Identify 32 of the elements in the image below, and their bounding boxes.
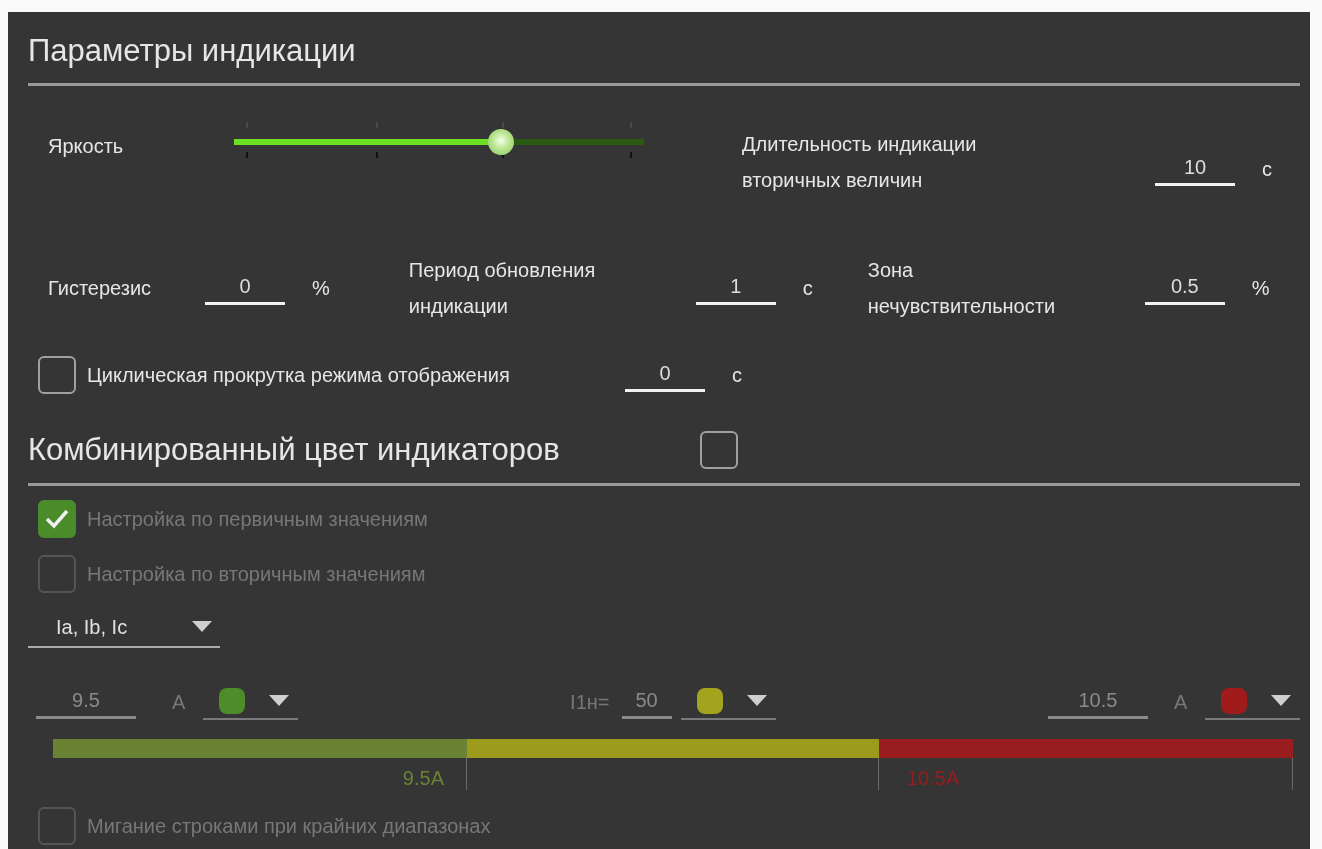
section-title: Комбинированный цвет индикаторов (28, 432, 561, 468)
unit-label: A (172, 690, 186, 714)
checkbox-label: Мигание строками при крайних диапазонах (87, 814, 491, 839)
unit-label: с (802, 276, 813, 300)
section-title: Параметры индикации (28, 33, 356, 69)
input-field[interactable]: 1 (695, 271, 776, 305)
checkbox[interactable] (38, 356, 76, 394)
field-label: I1н= (570, 690, 610, 714)
unit-label: A (1173, 690, 1188, 714)
field-label: Зона нечувствительности (867, 258, 1057, 319)
checkbox-label: Циклическая прокрутка режима отображения (87, 363, 511, 388)
field-label: Период обновления индикации (408, 258, 597, 319)
input-field[interactable]: 0 (205, 271, 285, 305)
input-field[interactable]: 0 (625, 358, 705, 392)
unit-label: с (732, 363, 742, 387)
field-label: Длительность индикации вторичных величин (742, 132, 978, 193)
threshold-label: 9.5A (402, 767, 444, 790)
caret-icon (1271, 695, 1292, 707)
input-field[interactable]: 10 (1155, 152, 1235, 186)
check-icon (44, 508, 70, 530)
threshold-label: 10.5A (907, 767, 960, 790)
caret-icon (192, 621, 212, 633)
caret-icon (747, 695, 768, 707)
unit-label: с (1262, 157, 1272, 181)
checkbox-label: Настройка по первичным значениям (87, 507, 428, 532)
field-label: Гистерезис (48, 276, 153, 301)
unit-label: % (1251, 276, 1270, 300)
field-label: Яркость (48, 134, 125, 159)
checkbox-label: Настройка по вторичным значениям (87, 562, 426, 587)
caret-icon (269, 695, 290, 707)
unit-label: % (312, 276, 330, 300)
input-field[interactable]: 0.5 (1144, 271, 1225, 305)
